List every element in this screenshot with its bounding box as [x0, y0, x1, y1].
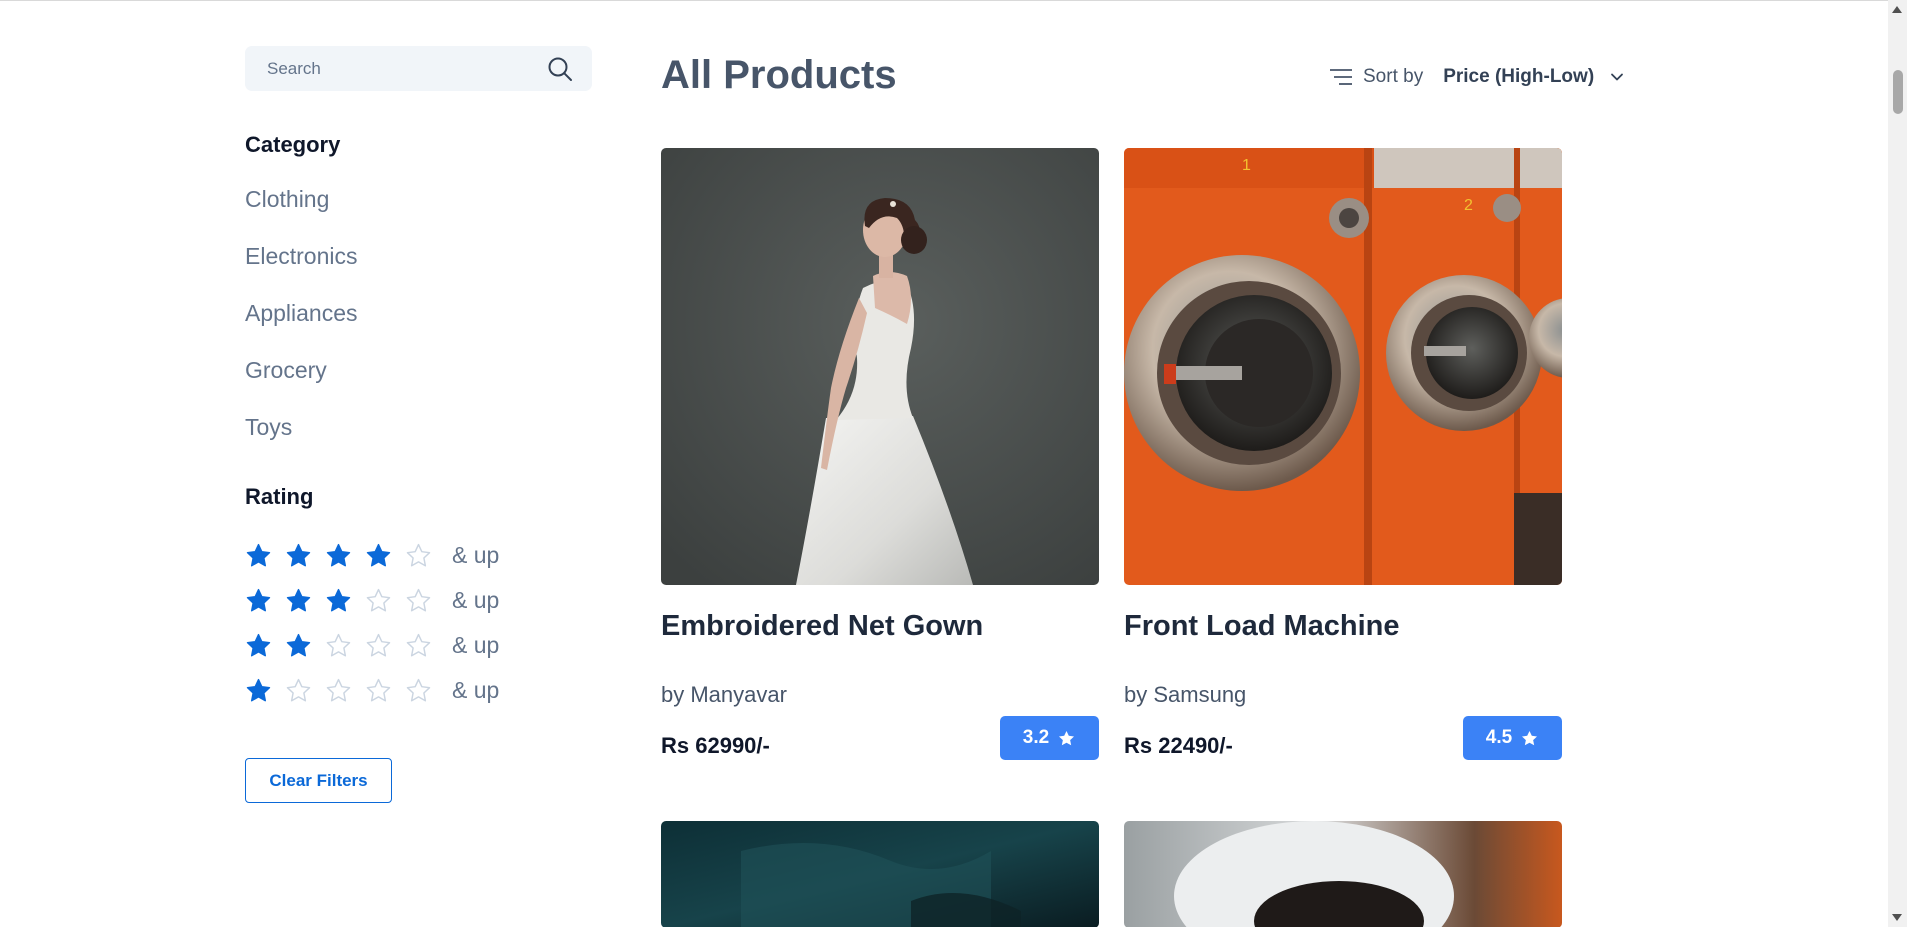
rating-up-label: & up	[452, 587, 500, 613]
star-filled-icon	[285, 533, 325, 578]
product-rating-badge: 4.5	[1463, 716, 1562, 760]
sort-lines-icon	[1330, 69, 1352, 85]
star-empty-icon	[285, 668, 325, 713]
product-rating-value: 4.5	[1485, 727, 1513, 748]
product-rating-value: 3.2	[1022, 727, 1050, 748]
white-orange-product-photo	[1124, 821, 1562, 927]
bridal-gown-photo	[661, 148, 1099, 585]
search-input[interactable]	[267, 58, 527, 79]
rating-filter-3-up[interactable]: & up	[245, 578, 499, 623]
category-item-electronics[interactable]: Electronics	[245, 243, 358, 300]
product-image[interactable]: 1 2	[1124, 148, 1562, 585]
rating-stars	[245, 668, 445, 713]
star-empty-icon	[325, 668, 365, 713]
category-item-clothing[interactable]: Clothing	[245, 186, 358, 243]
category-item-appliances[interactable]: Appliances	[245, 300, 358, 357]
product-image[interactable]	[661, 148, 1099, 585]
sort-control[interactable]: Sort by Price (High-Low)	[1329, 63, 1624, 91]
star-icon	[1522, 730, 1538, 745]
product-name[interactable]: Front Load Machine	[1124, 610, 1400, 643]
rating-filter-4-up[interactable]: & up	[245, 533, 499, 578]
star-filled-icon	[245, 623, 285, 668]
product-name[interactable]: Embroidered Net Gown	[661, 610, 983, 643]
rating-up-label: & up	[452, 542, 500, 568]
category-list: Clothing Electronics Appliances Grocery …	[245, 186, 358, 471]
page: Category Clothing Electronics Appliances…	[0, 0, 1888, 927]
rating-up-label: & up	[452, 677, 500, 703]
star-empty-icon	[365, 578, 405, 623]
product-image[interactable]	[661, 821, 1099, 927]
product-card[interactable]: Embroidered Net Gown by Manyavar Rs 6299…	[661, 148, 1099, 760]
rating-stars	[245, 533, 445, 578]
star-filled-icon	[325, 533, 365, 578]
star-empty-icon	[325, 623, 365, 668]
category-heading: Category	[245, 132, 341, 157]
star-filled-icon	[245, 668, 285, 713]
orange-washing-machines-photo: 1 2	[1124, 148, 1562, 585]
filters-sidebar: Category Clothing Electronics Appliances…	[245, 46, 593, 803]
star-empty-icon	[405, 668, 445, 713]
products-main: All Products Sort by Price (High-Low) Em…	[661, 1, 1631, 927]
star-empty-icon	[405, 578, 445, 623]
category-item-toys[interactable]: Toys	[245, 414, 358, 471]
star-filled-icon	[285, 623, 325, 668]
page-scrollbar[interactable]	[1888, 0, 1907, 927]
rating-heading: Rating	[245, 484, 314, 509]
product-card[interactable]: 1 2 Front Load Machine by Samsung Rs 224…	[1124, 148, 1562, 760]
rating-filter-list: & up & up & up & up	[245, 533, 499, 713]
svg-text:2: 2	[1464, 197, 1473, 214]
scroll-up-arrow-icon[interactable]	[1892, 6, 1902, 13]
star-icon	[1059, 730, 1075, 745]
product-card[interactable]	[1124, 821, 1562, 927]
star-filled-icon	[325, 578, 365, 623]
sort-select[interactable]: Price (High-Low)	[1443, 66, 1624, 88]
product-card[interactable]	[661, 821, 1099, 927]
clear-filters-button[interactable]: Clear Filters	[245, 758, 392, 803]
star-empty-icon	[365, 668, 405, 713]
star-empty-icon	[365, 623, 405, 668]
rating-up-label: & up	[452, 632, 500, 658]
scrollbar-thumb[interactable]	[1893, 70, 1903, 114]
product-brand: by Samsung	[1124, 682, 1247, 707]
star-filled-icon	[285, 578, 325, 623]
product-brand: by Manyavar	[661, 682, 787, 707]
product-image[interactable]	[1124, 821, 1562, 927]
product-price: Rs 62990/-	[661, 733, 770, 758]
rating-filter-2-up[interactable]: & up	[245, 623, 499, 668]
category-item-grocery[interactable]: Grocery	[245, 357, 358, 414]
star-empty-icon	[405, 623, 445, 668]
rating-stars	[245, 623, 445, 668]
star-filled-icon	[245, 578, 285, 623]
rating-filter-1-up[interactable]: & up	[245, 668, 499, 713]
rating-stars	[245, 578, 445, 623]
sort-label: Sort by	[1363, 66, 1424, 87]
search-icon[interactable]	[547, 56, 573, 82]
chevron-down-icon	[1611, 73, 1624, 81]
search-bar[interactable]	[245, 46, 592, 91]
sort-selected-value: Price (High-Low)	[1443, 66, 1595, 87]
dark-teal-product-photo	[661, 821, 1099, 927]
star-filled-icon	[365, 533, 405, 578]
page-title: All Products	[661, 53, 897, 97]
star-filled-icon	[245, 533, 285, 578]
product-price: Rs 22490/-	[1124, 733, 1233, 758]
product-rating-badge: 3.2	[1000, 716, 1099, 760]
svg-text:1: 1	[1242, 157, 1251, 174]
star-empty-icon	[405, 533, 445, 578]
scroll-down-arrow-icon[interactable]	[1892, 914, 1902, 921]
